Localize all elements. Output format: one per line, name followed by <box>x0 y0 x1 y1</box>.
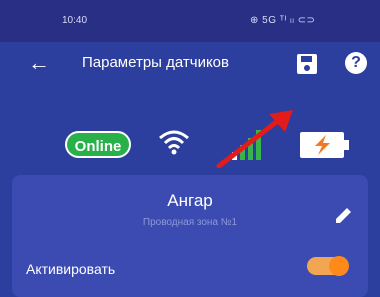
save-icon[interactable] <box>296 53 318 75</box>
toggle-knob <box>329 256 349 276</box>
sensor-zone: Проводная зона №1 <box>142 217 238 228</box>
sensor-name: Ангар <box>167 191 213 210</box>
indicator-row: Online <box>0 110 380 168</box>
edit-icon[interactable] <box>332 205 354 227</box>
battery-charging-icon <box>300 132 349 158</box>
page-title: Параметры датчиков <box>82 54 229 71</box>
help-icon[interactable]: ? <box>345 52 367 74</box>
status-icons: ⊕ 5G ᵀᴵ ₗₗ ⊂⊃ <box>250 15 316 26</box>
toolbar: ← Параметры датчиков ? <box>0 42 380 110</box>
sensor-card: Ангар Проводная зона №1 Активировать <box>12 175 368 297</box>
activate-label: Активировать <box>26 261 116 277</box>
online-badge: Online <box>65 131 131 158</box>
activate-toggle[interactable] <box>307 256 349 276</box>
status-bar: 10:40 ⊕ 5G ᵀᴵ ₗₗ ⊂⊃ <box>0 0 380 42</box>
status-time: 10:40 <box>62 15 88 26</box>
annotation-arrow <box>216 110 293 168</box>
wifi-icon <box>159 130 189 155</box>
back-arrow-icon[interactable]: ← <box>28 52 50 74</box>
